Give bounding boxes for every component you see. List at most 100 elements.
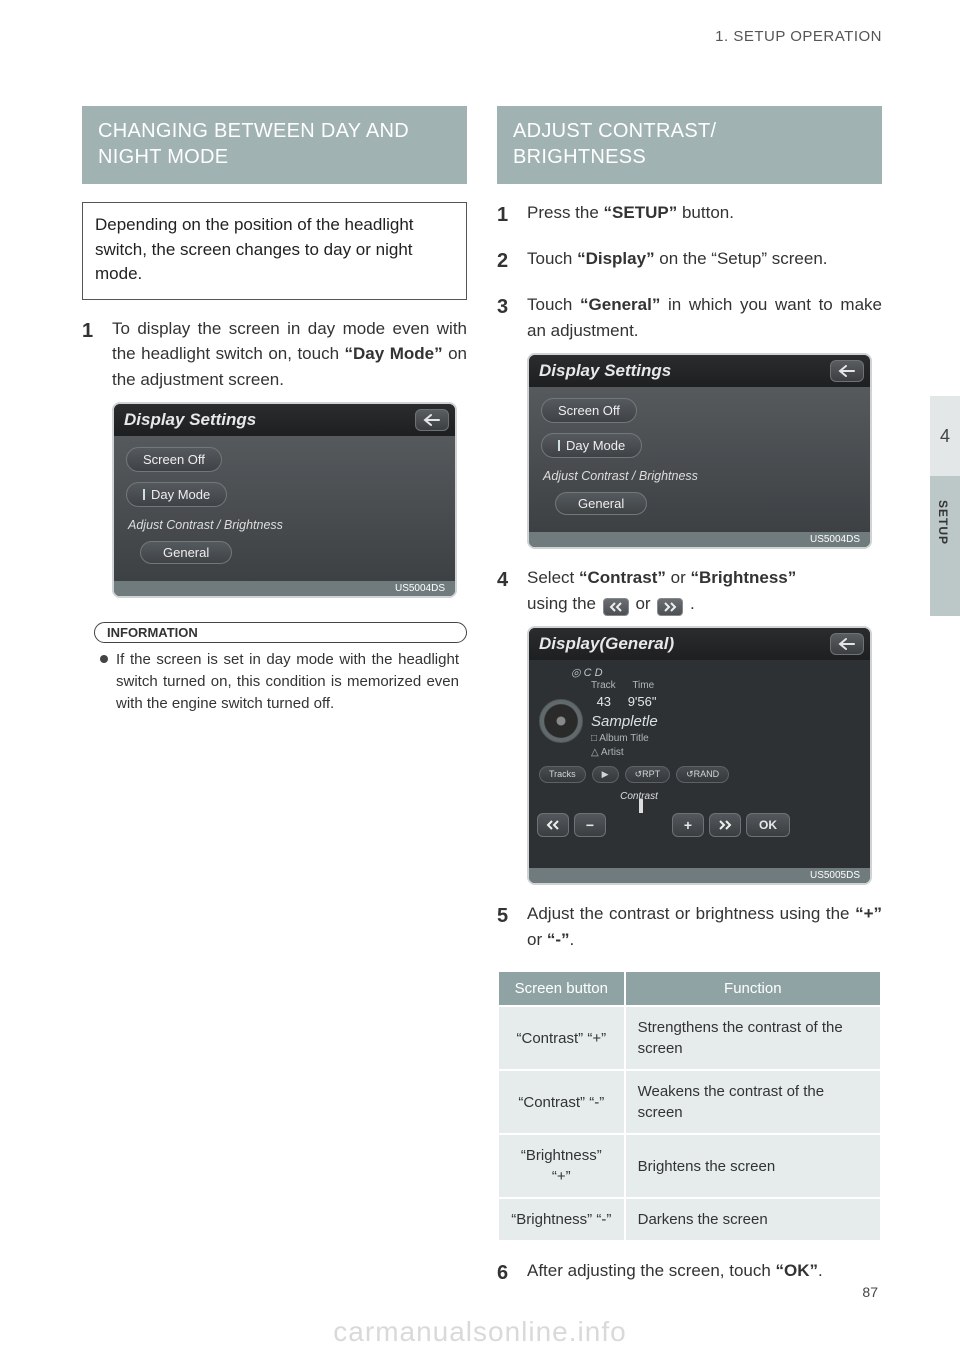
side-tab-chapter: 4 xyxy=(930,396,960,476)
general-button[interactable]: General xyxy=(140,541,232,564)
play-button[interactable]: ▶ xyxy=(592,766,619,783)
t: Adjust the contrast or brightness using … xyxy=(527,904,855,923)
breadcrumb: 1. SETUP OPERATION xyxy=(715,28,882,45)
right-column: ADJUST CONTRAST/ BRIGHTNESS 1 Press the … xyxy=(497,106,882,1270)
t: 43 xyxy=(597,694,611,709)
day-mode-button[interactable]: Day Mode xyxy=(541,433,642,458)
chapter-number: 4 xyxy=(940,426,950,447)
manual-page: 1. SETUP OPERATION 4 SETUP CHANGING BETW… xyxy=(0,0,960,1360)
t: using the xyxy=(527,594,601,613)
page-number: 87 xyxy=(862,1284,878,1300)
side-tab-label: SETUP xyxy=(936,500,950,545)
step-number: 1 xyxy=(82,316,100,393)
contrast-gauge: Contrast xyxy=(611,791,667,858)
t: Time xyxy=(632,680,654,691)
t: 9'56" xyxy=(628,694,657,709)
table-row: “Brightness” “-”Darkens the screen xyxy=(498,1198,881,1241)
cell: “Contrast” “+” xyxy=(498,1006,625,1070)
contrast-controls: − Contrast + OK xyxy=(537,791,862,858)
t: Sampletle xyxy=(591,713,658,730)
t: or xyxy=(527,930,547,949)
screenshot-body: Screen Off Day Mode Adjust Contrast / Br… xyxy=(529,387,870,532)
step-4: 4 Select “Contrast” or “Brightness” usin… xyxy=(497,565,882,616)
screen-off-button[interactable]: Screen Off xyxy=(541,398,637,423)
screenshot-header: Display(General) xyxy=(529,628,870,660)
step-text: Touch “General” in which you want to mak… xyxy=(527,292,882,343)
information-badge: INFORMATION xyxy=(94,622,467,643)
minus-button[interactable]: − xyxy=(574,813,606,837)
left-column: CHANGING BETWEEN DAY AND NIGHT MODE Depe… xyxy=(82,106,467,1270)
tb: “+” xyxy=(855,904,882,923)
t: △ Artist xyxy=(591,747,624,758)
t: button. xyxy=(677,203,734,222)
step-number: 1 xyxy=(497,200,515,230)
step-text: Touch “Display” on the “Setup” screen. xyxy=(527,246,882,276)
general-button[interactable]: General xyxy=(555,492,647,515)
step-text: To display the screen in day mode even w… xyxy=(112,316,467,393)
back-icon[interactable] xyxy=(830,360,864,382)
playback-controls: Tracks ▶ ↺RPT ↺RAND xyxy=(539,766,862,783)
intro-box: Depending on the position of the head­li… xyxy=(82,202,467,300)
table-row: “Contrast” “-”Weakens the contrast of th… xyxy=(498,1070,881,1134)
t: or xyxy=(666,568,691,587)
step-text: Adjust the contrast or brightness using … xyxy=(527,901,882,952)
left-arrows-icon xyxy=(603,598,629,616)
step-1: 1 Press the “SETUP” button. xyxy=(497,200,882,230)
ok-button[interactable]: OK xyxy=(746,813,790,837)
screenshot-body: ◎ C D Track Time 43 9'56" Sampletle □ Al… xyxy=(529,660,870,868)
bullet-dot-icon xyxy=(100,655,108,663)
step-number: 5 xyxy=(497,901,515,952)
t: . xyxy=(818,1261,823,1280)
back-icon[interactable] xyxy=(830,633,864,655)
step-number: 4 xyxy=(497,565,515,616)
information-bullet: If the screen is set in day mode with th… xyxy=(100,649,459,714)
figure-tag: US5004DS xyxy=(529,532,870,547)
cell: Brightens the screen xyxy=(625,1134,881,1198)
cell: Weakens the contrast of the screen xyxy=(625,1070,881,1134)
figure-tag: US5004DS xyxy=(114,581,455,596)
step-text: Press the “SETUP” button. xyxy=(527,200,882,230)
screenshot: Display(General) ◎ C D Track Time 43 9'5… xyxy=(527,626,872,885)
t: □ Album Title xyxy=(591,733,649,744)
cell: Strengthens the contrast of the screen xyxy=(625,1006,881,1070)
tracks-button[interactable]: Tracks xyxy=(539,766,586,783)
step-6: 6 After adjusting the screen, touch “OK”… xyxy=(497,1258,882,1288)
plus-button[interactable]: + xyxy=(672,813,704,837)
step-2: 2 Touch “Display” on the “Setup” screen. xyxy=(497,246,882,276)
t: Touch xyxy=(527,249,577,268)
screenshot-title: Display(General) xyxy=(539,634,674,654)
step-number: 6 xyxy=(497,1258,515,1288)
cell: “Brightness” “+” xyxy=(498,1134,625,1198)
table-row: “Contrast” “+”Strengthens the contrast o… xyxy=(498,1006,881,1070)
cell: “Contrast” “-” xyxy=(498,1070,625,1134)
figure-display-general: Display(General) ◎ C D Track Time 43 9'5… xyxy=(527,626,882,885)
screenshot-body: Screen Off Day Mode Adjust Contrast / Br… xyxy=(114,436,455,581)
screenshot-title: Display Settings xyxy=(539,361,671,381)
function-table: Screen button Function “Contrast” “+”Str… xyxy=(497,970,882,1242)
screenshot: Display Settings Screen Off Day Mode Adj… xyxy=(112,402,457,598)
day-mode-button[interactable]: Day Mode xyxy=(126,482,227,507)
tb: “-” xyxy=(547,930,570,949)
rand-button[interactable]: ↺RAND xyxy=(676,766,729,783)
screenshot-header: Display Settings xyxy=(114,404,455,436)
t: Select xyxy=(527,568,579,587)
watermark: carmanualsonline.info xyxy=(0,1316,960,1348)
table-row: “Brightness” “+”Brightens the screen xyxy=(498,1134,881,1198)
th-function: Function xyxy=(625,971,881,1006)
cell: Darkens the screen xyxy=(625,1198,881,1241)
prev-double-button[interactable] xyxy=(537,813,569,837)
tb: “OK” xyxy=(776,1261,819,1280)
back-icon[interactable] xyxy=(415,409,449,431)
text-bold: “Day Mode” xyxy=(345,344,443,363)
content-columns: CHANGING BETWEEN DAY AND NIGHT MODE Depe… xyxy=(82,106,882,1270)
section-heading-left: CHANGING BETWEEN DAY AND NIGHT MODE xyxy=(82,106,467,184)
screenshot-header: Display Settings xyxy=(529,355,870,387)
figure-display-settings: Display Settings Screen Off Day Mode Adj… xyxy=(112,402,467,598)
tb: “Brightness” xyxy=(690,568,796,587)
side-tab-bg xyxy=(930,476,960,616)
rpt-button[interactable]: ↺RPT xyxy=(625,766,671,783)
next-double-button[interactable] xyxy=(709,813,741,837)
screen-off-button[interactable]: Screen Off xyxy=(126,447,222,472)
adjust-label: Adjust Contrast / Brightness xyxy=(543,469,856,483)
label: Day Mode xyxy=(566,438,625,453)
